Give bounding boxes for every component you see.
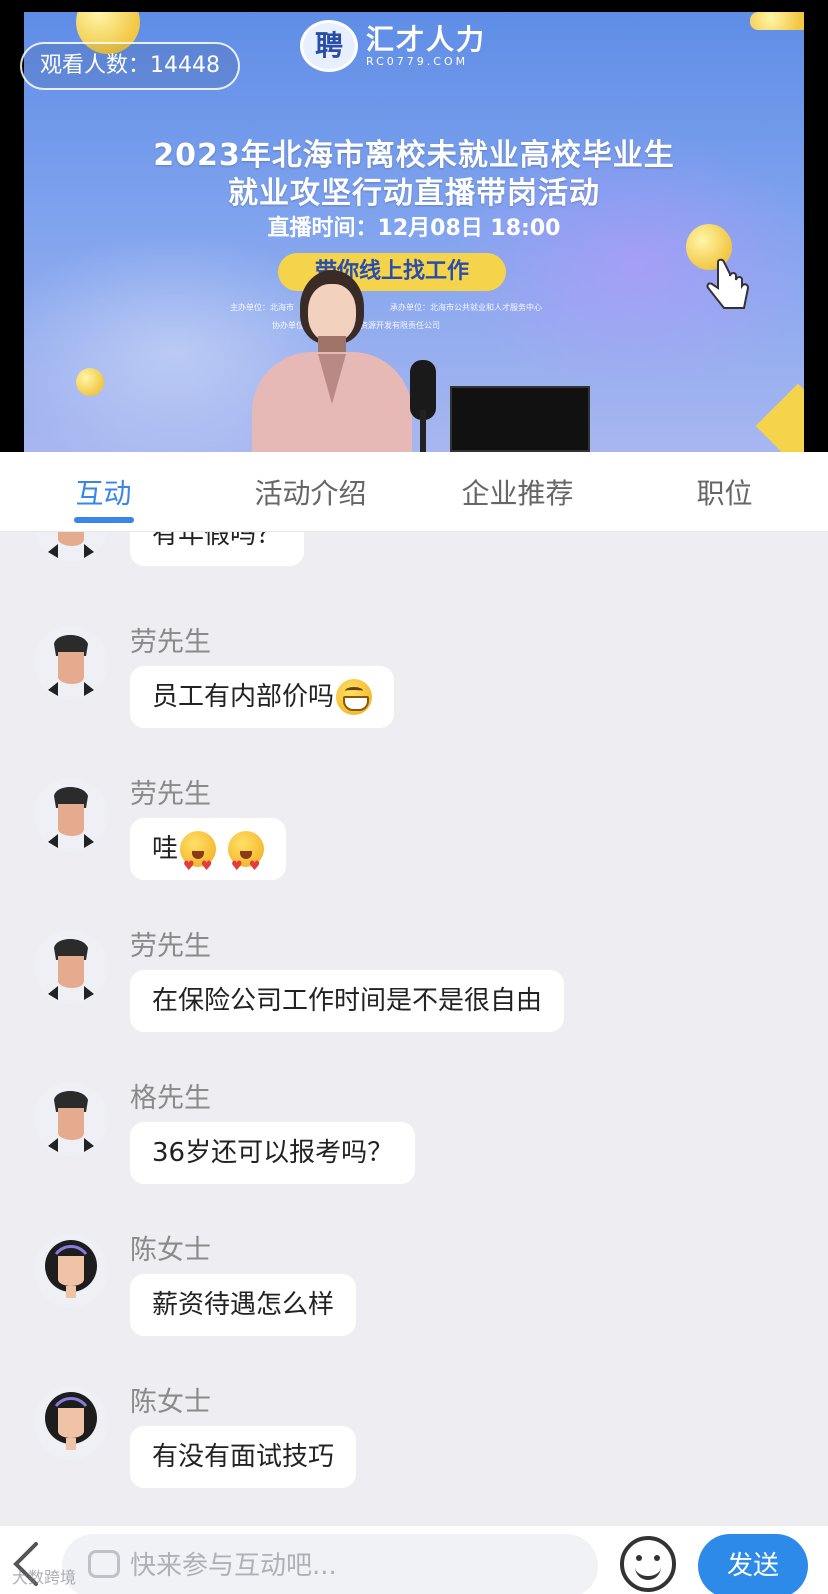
chat-bubble: 员工有内部价吗 [130, 666, 395, 728]
poster-co-organizer: 承办单位：北海市公共就业和人才服务中心 [390, 303, 542, 312]
male-avatar-icon [34, 626, 108, 700]
tab-interaction[interactable]: 互动 [0, 452, 207, 531]
chat-bubble: 有年假吗？ [130, 532, 305, 566]
male-avatar-icon [34, 778, 108, 852]
watermark: 大数跨境 [12, 1568, 77, 1587]
male-avatar-icon [34, 1082, 108, 1156]
chat-username: 陈女士 [130, 1387, 211, 1418]
hand-cursor-icon [706, 258, 750, 309]
logo-mark: 聘 [300, 20, 358, 72]
poster-decoration-ball [76, 368, 104, 396]
chat-text: 哇 [152, 834, 179, 864]
chat-username: 陈女士 [130, 1235, 211, 1266]
chat-username: 劳先生 [130, 931, 211, 962]
tab-company-recommend[interactable]: 企业推荐 [414, 452, 621, 531]
chat-username: 劳先生 [130, 779, 211, 810]
chat-bubble: 在保险公司工作时间是不是很自由 [130, 970, 565, 1032]
composer-bar: 发送 [0, 1526, 828, 1594]
chat-bubble: 哇 [130, 818, 287, 898]
chat-bubble-icon [88, 1550, 120, 1578]
male-avatar-icon [34, 532, 108, 562]
live-video-player[interactable]: 聘 汇才人力 RC0779.COM 2023年北海市离校未就业高校毕业生 就业攻… [0, 0, 828, 452]
send-button[interactable]: 发送 [698, 1534, 808, 1594]
logo-name: 汇才人力 [366, 22, 487, 56]
poster-air-time: 直播时间：12月08日 18:00 [267, 216, 561, 241]
viewer-count-value: 14448 [150, 53, 221, 78]
chat-username: 格先生 [130, 1083, 211, 1114]
chat-message-list[interactable]: 有年假吗？ 劳先生 员工有内部价吗 劳先生 哇 劳先生 在保险公司工作时间是不是… [0, 532, 828, 1526]
poster-corner-decoration [755, 383, 804, 452]
chat-bubble: 薪资待遇怎么样 [130, 1274, 357, 1336]
male-avatar-icon [34, 930, 108, 1004]
poster-title-line2: 就业攻坚行动直播带岗活动 [228, 176, 600, 211]
poster-decoration-ball [750, 12, 804, 30]
chat-username: 劳先生 [130, 627, 211, 658]
female-avatar-icon [34, 1234, 108, 1308]
host-presenter [252, 262, 412, 452]
viewer-count-label: 观看人数： [40, 53, 151, 78]
heart-eyes-emoji-icon [228, 831, 265, 898]
poster-logo: 聘 汇才人力 RC0779.COM [300, 20, 486, 72]
female-avatar-icon [34, 1386, 108, 1460]
tab-activity-intro[interactable]: 活动介绍 [207, 452, 414, 531]
chat-text: 员工有内部价吗 [152, 682, 335, 712]
emoji-picker-icon[interactable] [620, 1536, 676, 1592]
logo-site: RC0779.COM [366, 54, 469, 68]
heart-eyes-emoji-icon [180, 831, 217, 898]
tab-positions[interactable]: 职位 [621, 452, 828, 531]
chat-bubble: 36岁还可以报考吗？ [130, 1122, 416, 1184]
grin-emoji-icon [336, 679, 373, 715]
monitor [450, 386, 590, 452]
viewer-count-badge: 观看人数： 14448 [20, 42, 241, 90]
chat-bubble: 有没有面试技巧 [130, 1426, 357, 1488]
chat-input[interactable] [62, 1534, 598, 1594]
microphone-stand [420, 410, 426, 452]
tab-bar: 互动 活动介绍 企业推荐 职位 [0, 452, 828, 532]
